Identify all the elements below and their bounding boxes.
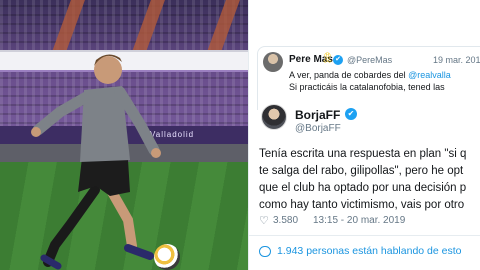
player-figure	[31, 54, 161, 270]
author-avatar[interactable]	[261, 104, 287, 130]
quoted-text-line: Si practicáis la catalanofobia, tened la…	[289, 82, 445, 92]
tweet-text-line: te salga del rabo, gilipollas", pero he …	[259, 165, 464, 177]
quoted-avatar[interactable]	[263, 52, 283, 72]
yellow-ribbon-icon: 🎗	[321, 53, 334, 64]
author-name[interactable]: BorjaFF	[295, 108, 340, 122]
conversation-link[interactable]: 1.943 personas están hablando de esto	[277, 245, 461, 257]
tweet-text-line: como hay tanto victimismo, vais por otro	[259, 199, 465, 211]
verified-icon: ✔	[345, 108, 357, 120]
tweet-timestamp[interactable]: 13:15 - 20 mar. 2019	[313, 215, 405, 226]
football-photo: Valladolid	[0, 0, 248, 270]
quoted-date[interactable]: 19 mar. 2019	[433, 55, 480, 65]
quoted-author-handle[interactable]: @PereMas	[347, 55, 392, 65]
quoted-text-prefix: A ver, panda de cobardes del	[289, 70, 406, 80]
quoted-text-line: A ver, panda de cobardes del @realvalla	[289, 70, 451, 80]
heart-icon[interactable]: ♡	[259, 214, 269, 227]
divider	[249, 235, 480, 236]
verified-icon: ✔	[333, 55, 343, 65]
like-count[interactable]: 3.580	[273, 215, 298, 226]
speech-bubble-icon[interactable]	[259, 246, 271, 257]
tweet-text-line: que el club ha optado por una decisión p	[259, 182, 467, 194]
mention-link[interactable]: @realvalla	[408, 70, 451, 80]
author-handle[interactable]: @BorjaFF	[295, 123, 341, 134]
tweet-text-line: Tenía escrita una respuesta en plan "si …	[259, 148, 467, 160]
tweet-panel: Pere Mas 🎗 ✔ @PereMas 19 mar. 2019 A ver…	[248, 0, 480, 270]
soccer-ball	[154, 244, 180, 270]
